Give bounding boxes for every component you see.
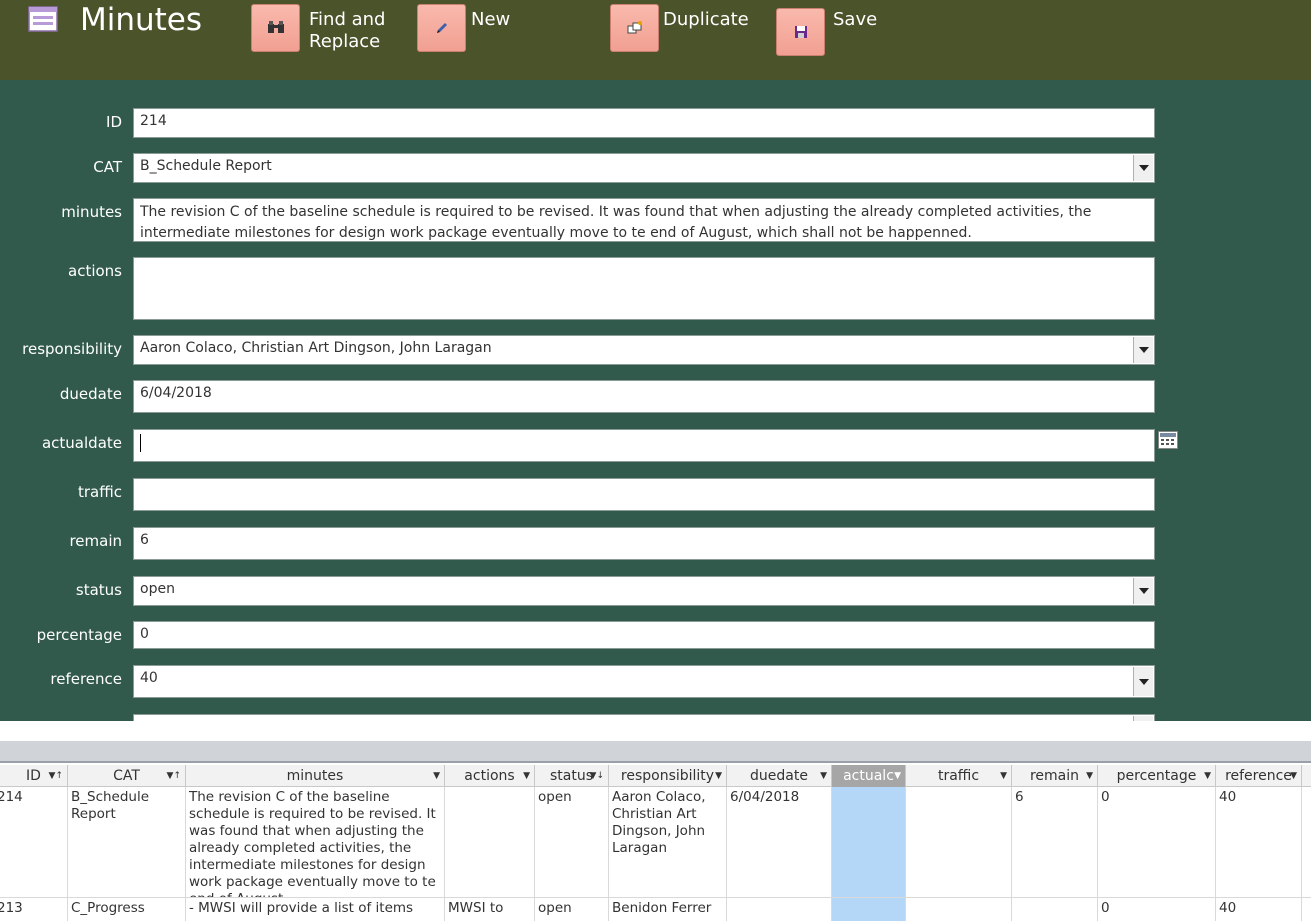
datasheet[interactable]: ID ▼↑ CAT ▼↑ minutes ▼ actions ▼ status ▼↓ re… [0,765,1311,921]
col-header-actions[interactable]: actions ▼ [445,765,535,787]
cell-id[interactable]: 214 [0,787,68,897]
col-header-minutes[interactable]: minutes ▼ [186,765,445,787]
col-header-responsibility[interactable]: responsibility ▼ [609,765,727,787]
cell-actualdate[interactable] [832,787,906,897]
remain-label: remain [69,532,122,550]
actualdate-label: actualdate [41,434,122,452]
reference-value: 40 [140,670,158,686]
status-dropdown-button[interactable] [1133,578,1153,604]
detail-form: ID 214 CAT B_Schedule Report minutes The… [0,80,1311,721]
cell-duedate[interactable]: 6/04/2018 [727,787,832,897]
cell-status[interactable]: open [535,898,609,921]
calendar-icon[interactable] [1158,431,1178,449]
actions-field[interactable] [133,257,1155,320]
col-header-traffic[interactable]: traffic ▼ [906,765,1012,787]
duedate-field[interactable]: 6/04/2018 [133,380,1155,413]
cell-responsibility[interactable]: Aaron Colaco, Christian Art Dingson, Joh… [609,787,727,897]
minutes-field[interactable]: The revision C of the baseline schedule … [133,198,1155,242]
floppy-disk-icon [794,26,807,38]
find-replace-label[interactable]: Find and Replace [309,9,385,53]
duplicate-label[interactable]: Duplicate [663,9,749,31]
col-header-cat[interactable]: CAT ▼↑ [68,765,186,787]
cell-id[interactable]: 213 [0,898,68,921]
col-header-reference[interactable]: reference ▼ [1216,765,1302,787]
cat-combo[interactable]: B_Schedule Report [133,153,1155,183]
form-icon [28,6,58,32]
actualdate-field[interactable] [133,429,1155,462]
table-row[interactable]: 214 B_Schedule Report The revision C of … [0,787,1311,898]
datasheet-header: ID ▼↑ CAT ▼↑ minutes ▼ actions ▼ status ▼↓ re… [0,765,1311,787]
col-header-id[interactable]: ID ▼↑ [0,765,68,787]
reference-combo[interactable]: 40 [133,665,1155,698]
cell-traffic[interactable] [906,787,1012,897]
cat-label: CAT [93,158,122,176]
cell-reference[interactable]: 40 [1216,787,1302,897]
find-replace-button[interactable] [251,4,300,52]
calendar-icon-graphic [1160,433,1176,445]
percentage-field[interactable]: 0 [133,621,1155,649]
id-label: ID [106,113,122,131]
col-header-remain[interactable]: remain ▼ [1012,765,1098,787]
pencil-icon [436,23,447,33]
cell-status[interactable]: open [535,787,609,897]
col-header-percentage[interactable]: percentage ▼ [1098,765,1216,787]
col-header-actualdate[interactable]: actualc ▼ [832,765,906,787]
form-title: Minutes [80,2,203,38]
duplicate-button[interactable] [610,4,659,52]
cell-traffic[interactable] [906,898,1012,921]
actions-label: actions [68,262,122,280]
table-row[interactable]: 213 C_Progress - MWSI will provide a lis… [0,898,1311,921]
cell-percentage[interactable]: 0 [1098,787,1216,897]
cat-dropdown-button[interactable] [1133,155,1153,181]
status-value: open [140,581,175,597]
cell-responsibility[interactable]: Benidon Ferrer [609,898,727,921]
status-combo[interactable]: open [133,576,1155,606]
responsibility-label: responsibility [22,340,122,358]
percentage-label: percentage [36,626,122,644]
form-header: Minutes Find and Replace New Duplicate S… [0,0,1311,80]
cell-cat[interactable]: C_Progress [68,898,186,921]
responsibility-combo[interactable]: Aaron Colaco, Christian Art Dingson, Joh… [133,335,1155,365]
cell-remain[interactable]: 6 [1012,787,1098,897]
duedate-label: duedate [59,385,122,403]
cell-duedate[interactable] [727,898,832,921]
cell-minutes[interactable]: - MWSI will provide a list of items [186,898,445,921]
split-form-splitter[interactable] [0,741,1311,763]
new-button[interactable] [417,4,466,52]
cell-percentage[interactable]: 0 [1098,898,1216,921]
cell-minutes[interactable]: The revision C of the baseline schedule … [186,787,445,897]
cell-actualdate[interactable] [832,898,906,921]
id-field[interactable]: 214 [133,108,1155,138]
cell-actions[interactable] [445,787,535,897]
status-label: status [75,581,122,599]
cat-value: B_Schedule Report [140,158,272,174]
save-label[interactable]: Save [833,9,877,31]
reference-label: reference [50,670,122,688]
traffic-field[interactable] [133,478,1155,511]
binoculars-icon [267,21,284,33]
form-bottom-space [0,721,1311,741]
cell-actions[interactable]: MWSI to [445,898,535,921]
new-label[interactable]: New [471,9,510,31]
col-header-status[interactable]: status ▼↓ [535,765,609,787]
remain-field[interactable]: 6 [133,527,1155,560]
text-caret [140,434,141,452]
responsibility-dropdown-button[interactable] [1133,337,1153,363]
cell-cat[interactable]: B_Schedule Report [68,787,186,897]
duplicate-icon [627,21,642,34]
responsibility-value: Aaron Colaco, Christian Art Dingson, Joh… [140,340,492,356]
traffic-label: traffic [78,483,122,501]
cell-remain[interactable] [1012,898,1098,921]
save-button[interactable] [776,8,825,56]
next-field-partial[interactable] [133,714,1155,721]
minutes-label: minutes [61,203,122,221]
cell-reference[interactable]: 40 [1216,898,1302,921]
reference-dropdown-button[interactable] [1133,667,1153,696]
col-header-duedate[interactable]: duedate ▼ [727,765,832,787]
